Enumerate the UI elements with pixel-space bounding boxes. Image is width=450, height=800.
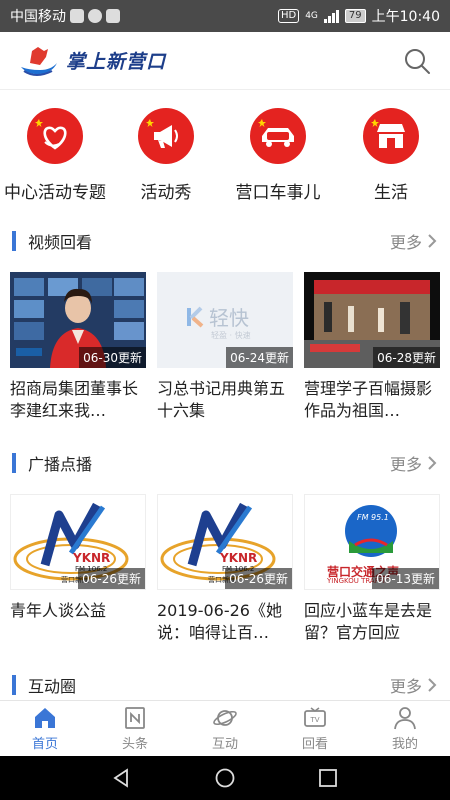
quick-nav-label: 生活: [374, 183, 408, 203]
user-icon: [394, 707, 416, 730]
tab-mine[interactable]: 我的: [360, 701, 450, 756]
radio-more-link[interactable]: 更多: [390, 451, 438, 475]
section-title: 互动圈: [28, 677, 77, 696]
tab-label: 回看: [301, 737, 328, 752]
recents-icon[interactable]: [317, 767, 339, 789]
hd-indicator: HD: [277, 9, 300, 23]
update-badge: 06-28更新: [373, 347, 440, 368]
back-icon[interactable]: [111, 767, 133, 789]
quick-nav-item-activity-show[interactable]: 活动秀: [106, 108, 226, 203]
video-section-header: 视频回看 更多: [0, 226, 450, 256]
home-icon: [35, 708, 55, 728]
search-icon[interactable]: [402, 46, 432, 76]
station-logo-text: YKNR: [73, 551, 111, 565]
station-logo-text: YKNR: [220, 551, 258, 565]
tab-label: 首页: [31, 737, 58, 752]
chevron-right-icon: [428, 234, 437, 248]
radio-thumbnail: FM 95.1 营口交通之声 YINGKOU TRAFFIC 06-13更新: [304, 494, 440, 590]
video-card[interactable]: 06-30更新 招商局集团董事长李建红来我…: [10, 272, 146, 422]
quick-nav-label: 营口车事儿: [235, 183, 321, 203]
tab-home[interactable]: 首页: [0, 701, 90, 756]
chevron-right-icon: [428, 456, 437, 470]
network-label: 4G: [305, 11, 318, 21]
quick-nav-label: 活动秀: [140, 183, 192, 203]
video-thumbnail: 06-30更新: [10, 272, 146, 368]
radio-title: 2019-06-26《她说：咱得让百…: [157, 601, 282, 642]
news-icon: [125, 707, 145, 729]
chevron-right-icon: [428, 678, 437, 692]
thumb-brand-text: 轻快: [209, 306, 249, 330]
status-bar: 中国移动 HD 4G 79 上午10:40: [0, 0, 450, 32]
video-more-link[interactable]: 更多: [390, 229, 438, 253]
section-accent-bar: [12, 453, 16, 473]
quick-nav: 中心活动专题 活动秀 营口车事儿 生活: [0, 108, 450, 212]
video-title: 习总书记用典第五十六集: [157, 379, 286, 420]
signal-icon: [323, 9, 339, 23]
section-title: 视频回看: [28, 233, 93, 252]
section-accent-bar: [12, 231, 16, 251]
shop-icon: [363, 108, 419, 164]
radio-card[interactable]: FM 95.1 营口交通之声 YINGKOU TRAFFIC 06-13更新 回…: [304, 494, 440, 644]
tab-interact[interactable]: 互动: [180, 701, 270, 756]
radio-card[interactable]: YKNR FM 106.2 营口新闻 06-26更新 2019-06-26《她说…: [157, 494, 293, 644]
more-label: 更多: [389, 233, 422, 252]
logo-text: 掌上新营口: [66, 51, 167, 73]
brand-k-icon: [187, 306, 204, 327]
app-logo: 掌上新营口: [18, 41, 166, 81]
interact-more-link[interactable]: 更多: [390, 673, 438, 697]
megaphone-icon: [138, 108, 194, 164]
heart-notification-icon: [88, 9, 102, 23]
tv-icon: TV: [304, 707, 326, 727]
tab-label: 互动: [211, 737, 238, 752]
radio-thumbnail: YKNR FM 106.2 营口新闻 06-26更新: [157, 494, 293, 590]
app-notification-icon: [106, 9, 120, 23]
update-badge: 06-13更新: [372, 568, 439, 589]
radio-card[interactable]: YKNR FM 106.2 营口新闻 06-26更新 青年人谈公益: [10, 494, 146, 644]
carrier-label: 中国移动: [10, 9, 66, 25]
radio-title: 回应小蓝车是去是留？官方回应: [304, 601, 433, 642]
update-badge: 06-30更新: [79, 347, 146, 368]
update-badge: 06-26更新: [225, 568, 292, 589]
heart-hands-icon: [27, 108, 83, 164]
video-thumbnail: 06-28更新: [304, 272, 440, 368]
tab-headlines[interactable]: 头条: [90, 701, 180, 756]
quick-nav-label: 中心活动专题: [4, 183, 106, 203]
radio-thumbnail: YKNR FM 106.2 营口新闻 06-26更新: [10, 494, 146, 590]
planet-icon: [213, 710, 237, 726]
update-badge: 06-26更新: [78, 568, 145, 589]
radio-section-header: 广播点播 更多: [0, 448, 450, 478]
video-title: 营理学子百幅摄影作品为祖国…: [304, 379, 433, 420]
tab-replay[interactable]: TV 回看: [270, 701, 360, 756]
home-circle-icon[interactable]: [214, 767, 236, 789]
tab-label: 头条: [121, 737, 148, 752]
video-title: 招商局集团董事长李建红来我…: [10, 379, 139, 420]
bottom-tab-bar: 首页 头条 互动 TV 回看 我的: [0, 700, 450, 756]
video-card[interactable]: 06-28更新 营理学子百幅摄影作品为祖国…: [304, 272, 440, 422]
quick-nav-item-life[interactable]: 生活: [331, 108, 450, 203]
tab-label: 我的: [391, 737, 418, 752]
interact-section-header: 互动圈 更多: [0, 670, 450, 700]
system-nav-bar: [0, 756, 450, 800]
notification-icon: [70, 9, 84, 23]
clock: 上午10:40: [371, 9, 440, 25]
station-freq: FM 95.1: [357, 513, 389, 522]
video-card[interactable]: 轻快 轻盈 · 快速 06-24更新 习总书记用典第五十六集: [157, 272, 293, 422]
radio-title: 青年人谈公益: [10, 601, 107, 620]
svg-text:TV: TV: [309, 716, 319, 724]
more-label: 更多: [389, 455, 422, 474]
quick-nav-item-activity-topics[interactable]: 中心活动专题: [0, 108, 115, 203]
section-accent-bar: [12, 675, 16, 695]
logo-mark-icon: [21, 46, 57, 76]
car-icon: [250, 108, 306, 164]
quick-nav-item-car-matters[interactable]: 营口车事儿: [218, 108, 338, 203]
more-label: 更多: [389, 677, 422, 696]
app-header: 掌上新营口: [0, 32, 450, 90]
update-badge: 06-24更新: [226, 347, 293, 368]
thumb-brand-sub: 轻盈 · 快速: [211, 331, 251, 340]
video-thumbnail: 轻快 轻盈 · 快速 06-24更新: [157, 272, 293, 368]
section-title: 广播点播: [28, 455, 93, 474]
battery-indicator: 79: [344, 9, 366, 23]
